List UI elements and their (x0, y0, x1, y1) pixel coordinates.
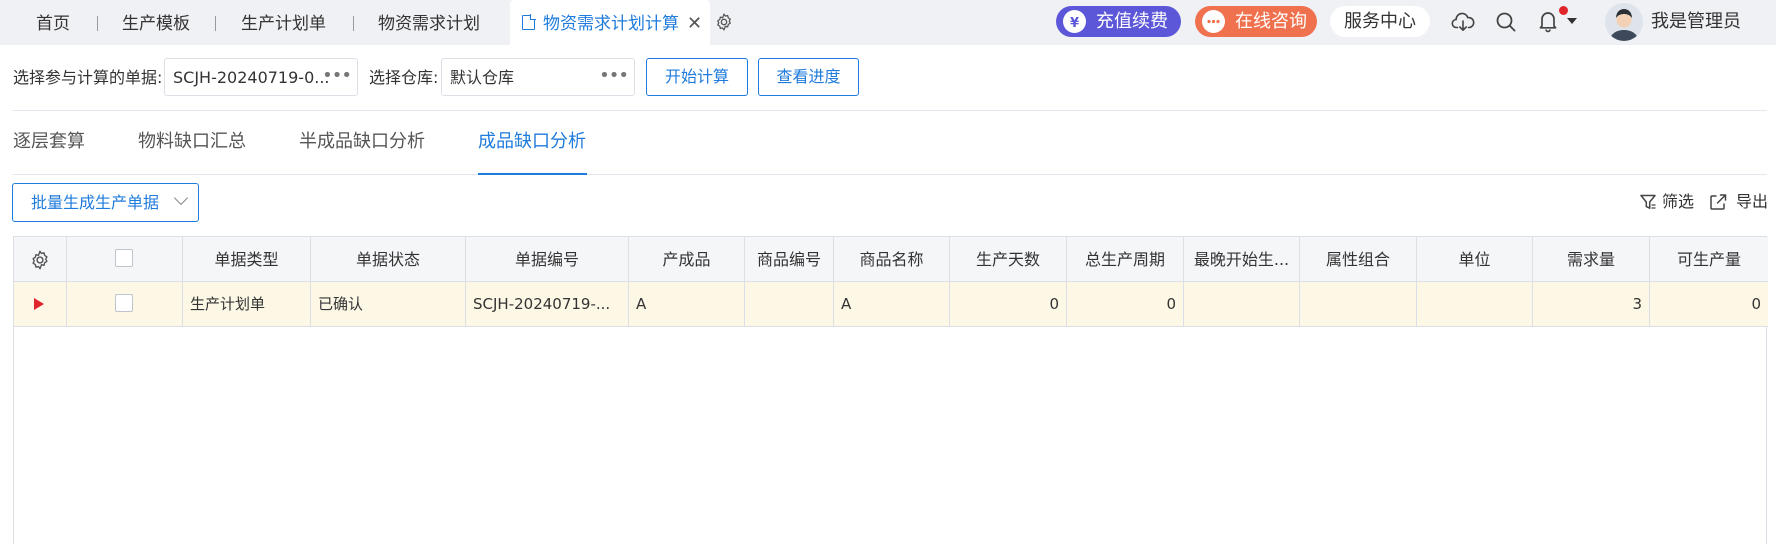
online-consult-button[interactable]: 在线咨询 (1195, 6, 1317, 37)
subtab-finished-product-shortage[interactable]: 成品缺口分析 (478, 130, 586, 154)
tab-production-plan[interactable]: 生产计划单 (241, 0, 326, 45)
column-header-prod-days[interactable]: 生产天数 (950, 237, 1067, 282)
divider (12, 110, 1767, 111)
tab-divider (215, 16, 216, 31)
tab-home[interactable]: 首页 (36, 0, 70, 45)
subtab-semi-finished-shortage[interactable]: 半成品缺口分析 (299, 130, 425, 154)
batch-generate-label: 批量生成生产单据 (31, 193, 160, 212)
recharge-button[interactable]: ¥ 充值续费 (1056, 6, 1181, 37)
export-icon[interactable] (1709, 193, 1728, 211)
tab-mrp-calculation[interactable]: 物资需求计划计算 (510, 0, 710, 45)
caret-down-icon[interactable] (1567, 18, 1577, 24)
cell-producible-qty[interactable]: 0 (1650, 282, 1768, 327)
notification-bell-icon[interactable] (1537, 9, 1559, 33)
view-progress-button[interactable]: 查看进度 (758, 58, 859, 96)
subtab-divider (12, 174, 1767, 175)
svg-text:¥: ¥ (1070, 16, 1079, 31)
doc-select-field[interactable]: SCJH-20240719-0... ••• (164, 58, 358, 96)
cell-latest-start[interactable] (1184, 282, 1300, 327)
recharge-label: 充值续费 (1096, 11, 1168, 32)
money-bag-icon: ¥ (1063, 10, 1086, 33)
service-center-button[interactable]: 服务中心 (1330, 6, 1430, 37)
chat-bubble-icon (1202, 10, 1225, 33)
export-button[interactable]: 导出 (1736, 190, 1768, 214)
column-header-latest-start[interactable]: 最晚开始生... (1184, 237, 1300, 282)
cell-product[interactable]: A (629, 282, 745, 327)
cell-item-code[interactable] (745, 282, 834, 327)
online-consult-label: 在线咨询 (1235, 11, 1307, 32)
chevron-down-icon (173, 190, 189, 206)
warehouse-select-value: 默认仓库 (450, 68, 515, 87)
cell-item-name[interactable]: A (834, 282, 950, 327)
column-header-demand-qty[interactable]: 需求量 (1533, 237, 1650, 282)
current-row-arrow-icon (34, 298, 44, 310)
subtab-material-shortage-summary[interactable]: 物料缺口汇总 (138, 130, 246, 154)
column-header-product[interactable]: 产成品 (629, 237, 745, 282)
column-settings-cell[interactable] (14, 237, 67, 282)
top-tab-bar: 首页 生产模板 生产计划单 物资需求计划 物资需求计划计算 ✕ ¥ 充值续费 在… (0, 0, 1776, 45)
doc-select-value: SCJH-20240719-0... (173, 68, 330, 87)
column-header-producible-qty[interactable]: 可生产量 (1650, 237, 1768, 282)
settings-gear-icon[interactable] (29, 249, 51, 271)
select-all-checkbox[interactable] (115, 249, 133, 267)
tab-divider (97, 16, 98, 31)
warehouse-select-field[interactable]: 默认仓库 ••• (441, 58, 635, 96)
column-header-attr-combo[interactable]: 属性组合 (1300, 237, 1417, 282)
filter-icon[interactable] (1639, 193, 1657, 211)
notification-badge (1559, 6, 1568, 15)
more-dots-icon[interactable]: ••• (322, 59, 352, 93)
cell-unit[interactable] (1417, 282, 1533, 327)
row-indicator-cell (14, 282, 67, 327)
subtab-layer-calculation[interactable]: 逐层套算 (13, 130, 85, 154)
column-header-item-code[interactable]: 商品编号 (745, 237, 834, 282)
doc-select-label: 选择参与计算的单据: (13, 68, 163, 87)
select-all-cell (67, 237, 183, 282)
cell-doc-type[interactable]: 生产计划单 (183, 282, 311, 327)
warehouse-select-label: 选择仓库: (369, 68, 439, 87)
finished-product-shortage-table: 单据类型 单据状态 单据编号 产成品 商品编号 商品名称 生产天数 总生产周期 … (13, 236, 1768, 544)
avatar[interactable] (1605, 3, 1643, 41)
cell-doc-status[interactable]: 已确认 (311, 282, 466, 327)
user-name[interactable]: 我是管理员 (1651, 0, 1741, 45)
cloud-download-icon[interactable] (1451, 11, 1475, 33)
active-subtab-indicator (478, 173, 587, 175)
column-header-total-cycle[interactable]: 总生产周期 (1067, 237, 1184, 282)
document-icon (522, 14, 536, 30)
cell-prod-days[interactable]: 0 (950, 282, 1067, 327)
row-checkbox[interactable] (115, 294, 133, 312)
batch-generate-production-docs-button[interactable]: 批量生成生产单据 (12, 183, 199, 222)
tab-production-template[interactable]: 生产模板 (122, 0, 190, 45)
tab-divider (353, 16, 354, 31)
tab-material-requirement-plan[interactable]: 物资需求计划 (378, 0, 480, 45)
column-header-doc-no[interactable]: 单据编号 (466, 237, 629, 282)
row-select-cell (67, 282, 183, 327)
more-dots-icon[interactable]: ••• (599, 59, 629, 93)
cell-attr-combo[interactable] (1300, 282, 1417, 327)
close-tab-icon[interactable]: ✕ (687, 0, 702, 48)
cell-demand-qty[interactable]: 3 (1533, 282, 1650, 327)
cell-doc-no[interactable]: SCJH-20240719-... (466, 282, 629, 327)
tab-mrp-calculation-label: 物资需求计划计算 (543, 14, 679, 34)
tab-settings-gear-icon[interactable] (714, 12, 734, 32)
column-header-doc-status[interactable]: 单据状态 (311, 237, 466, 282)
column-header-unit[interactable]: 单位 (1417, 237, 1533, 282)
cell-total-cycle[interactable]: 0 (1067, 282, 1184, 327)
start-calculation-button[interactable]: 开始计算 (646, 58, 748, 96)
column-header-item-name[interactable]: 商品名称 (834, 237, 950, 282)
column-header-doc-type[interactable]: 单据类型 (183, 237, 311, 282)
search-icon[interactable] (1495, 11, 1517, 33)
filter-button[interactable]: 筛选 (1662, 190, 1694, 214)
